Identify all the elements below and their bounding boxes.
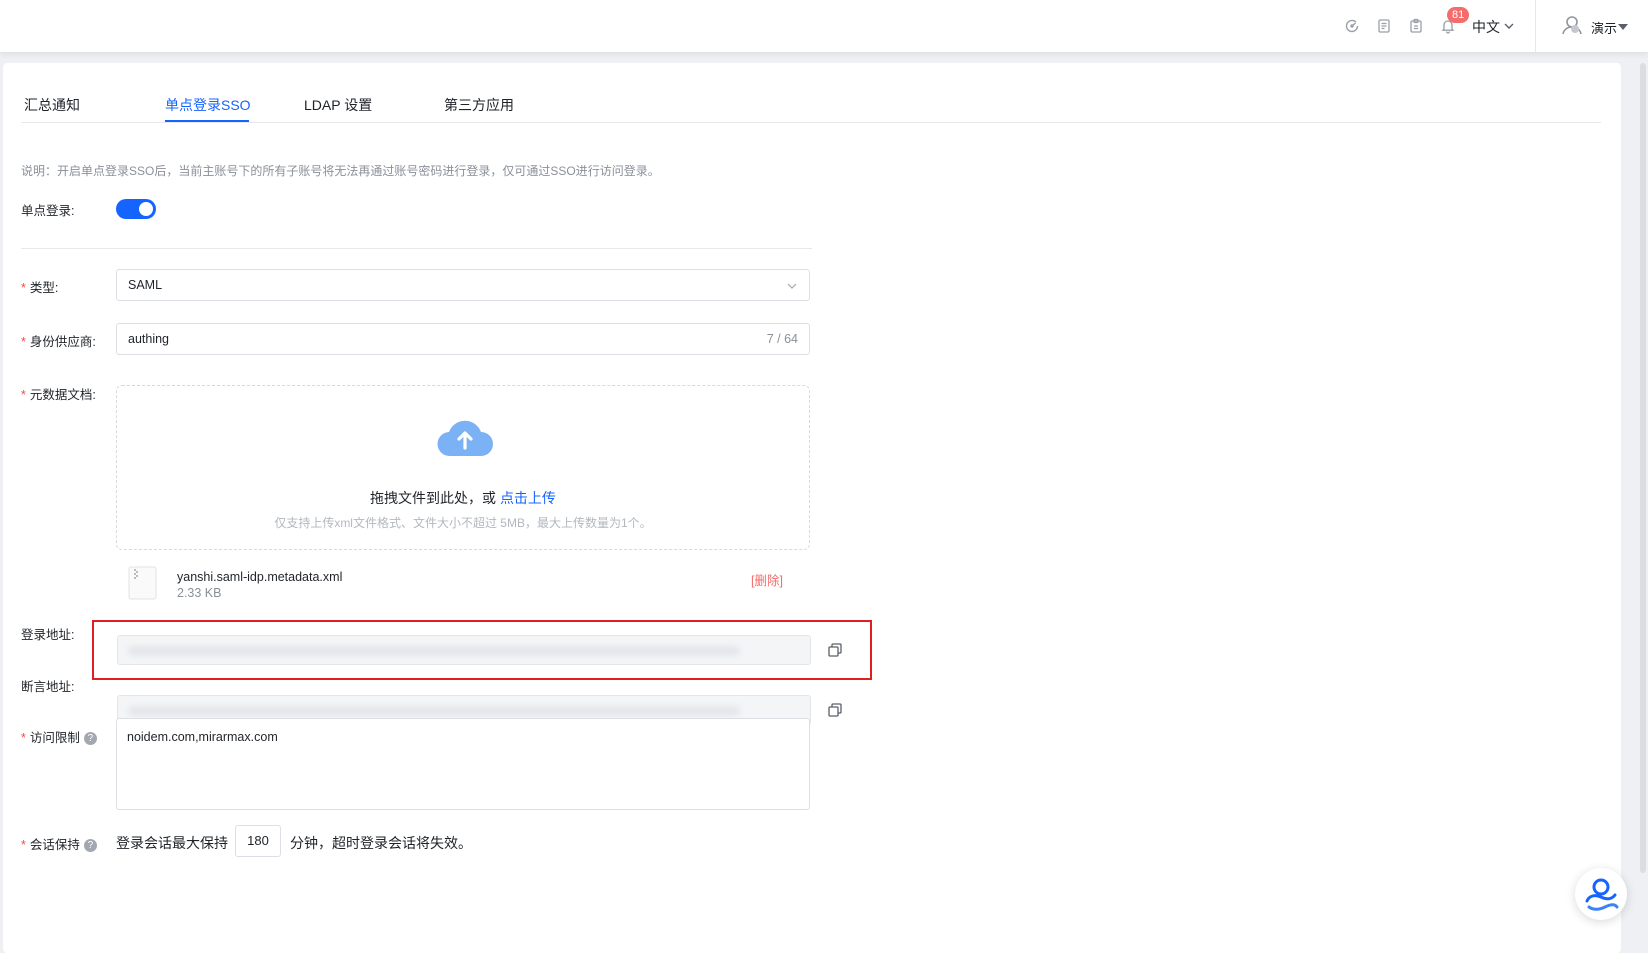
session-minutes-input[interactable]: 180 xyxy=(235,825,281,857)
tab-ldap-settings[interactable]: LDAP 设置 xyxy=(304,95,372,115)
idp-input[interactable]: authing 7 / 64 xyxy=(116,323,810,355)
tab-summary-notification[interactable]: 汇总通知 xyxy=(24,95,80,115)
click-upload-link[interactable]: 点击上传 xyxy=(500,490,556,506)
session-prefix-text: 登录会话最大保持 xyxy=(116,835,228,851)
type-select-value: SAML xyxy=(128,278,163,292)
char-counter: 7 / 64 xyxy=(766,332,798,346)
copy-login-url-icon[interactable] xyxy=(827,642,843,658)
settings-card: 汇总通知 单点登录SSO LDAP 设置 第三方应用 说明：开启单点登录SSO后… xyxy=(3,63,1621,953)
floating-assistant-button[interactable] xyxy=(1575,868,1627,920)
zip-file-icon xyxy=(128,566,157,600)
login-url-label: 登录地址: xyxy=(21,628,75,642)
metadata-label: * 元数据文档: xyxy=(21,388,96,402)
copy-assertion-url-icon[interactable] xyxy=(827,702,843,718)
tab-bar: 汇总通知 单点登录SSO LDAP 设置 第三方应用 xyxy=(21,90,1601,123)
chevron-down-icon[interactable] xyxy=(1503,20,1515,32)
type-label: * 类型: xyxy=(21,281,59,295)
idp-label: * 身份供应商: xyxy=(21,335,96,349)
help-icon[interactable]: ? xyxy=(83,839,97,852)
redacted-value xyxy=(128,706,740,716)
required-mark: * xyxy=(21,388,26,402)
toggle-knob xyxy=(139,202,153,216)
help-icon[interactable]: ? xyxy=(83,732,97,745)
access-restriction-value: noidem.com,mirarmax.com xyxy=(127,730,278,744)
session-label: * 会话保持? xyxy=(21,834,97,853)
document-icon[interactable] xyxy=(1376,18,1392,34)
access-restriction-label: * 访问限制? xyxy=(21,727,97,746)
redacted-value xyxy=(128,646,740,656)
sso-toggle[interactable] xyxy=(116,199,156,219)
cloud-upload-icon xyxy=(437,420,493,457)
upload-instruction: 拖拽文件到此处，或 点击上传 xyxy=(370,490,556,506)
required-mark: * xyxy=(21,335,26,349)
clipboard-icon[interactable] xyxy=(1408,18,1424,34)
assistant-logo-icon xyxy=(1585,878,1619,911)
gauge-icon[interactable] xyxy=(1344,18,1360,34)
upload-hint: 仅支持上传xml文件格式、文件大小不超过 5MB，最大上传数量为1个。 xyxy=(274,516,652,530)
login-url-field[interactable] xyxy=(117,635,811,665)
chevron-down-icon xyxy=(787,283,797,289)
metadata-upload-dropzone[interactable]: 拖拽文件到此处，或 点击上传 仅支持上传xml文件格式、文件大小不超过 5MB，… xyxy=(116,385,810,550)
uploaded-file-size: 2.33 KB xyxy=(177,586,222,600)
idp-input-value: authing xyxy=(128,332,170,346)
topbar-divider xyxy=(1535,0,1536,52)
delete-file-button[interactable]: [删除] xyxy=(751,570,783,589)
scrollbar[interactable] xyxy=(1640,63,1646,873)
active-tab-indicator xyxy=(165,120,249,122)
required-mark: * xyxy=(21,731,26,745)
language-selector[interactable]: 中文 xyxy=(1472,17,1500,37)
top-bar: 81 中文 演示 xyxy=(0,0,1648,52)
sso-description: 说明：开启单点登录SSO后，当前主账号下的所有子账号将无法再通过账号密码进行登录… xyxy=(21,164,660,178)
required-mark: * xyxy=(21,838,26,852)
required-mark: * xyxy=(21,281,26,295)
notification-badge: 81 xyxy=(1447,7,1470,23)
tab-sso[interactable]: 单点登录SSO xyxy=(165,95,251,115)
assertion-url-label: 断言地址: xyxy=(21,680,75,694)
access-restriction-textarea[interactable]: noidem.com,mirarmax.com xyxy=(116,718,810,810)
caret-down-icon[interactable] xyxy=(1618,24,1628,30)
sso-toggle-label: 单点登录: xyxy=(21,204,75,218)
session-suffix-text: 分钟，超时登录会话将失效。 xyxy=(290,835,472,851)
type-select[interactable]: SAML xyxy=(116,269,810,301)
username[interactable]: 演示 xyxy=(1591,18,1617,37)
uploaded-file-name: yanshi.saml-idp.metadata.xml xyxy=(177,570,343,584)
user-avatar-icon[interactable] xyxy=(1561,14,1583,36)
divider xyxy=(21,248,812,249)
tab-third-party-apps[interactable]: 第三方应用 xyxy=(444,95,514,115)
